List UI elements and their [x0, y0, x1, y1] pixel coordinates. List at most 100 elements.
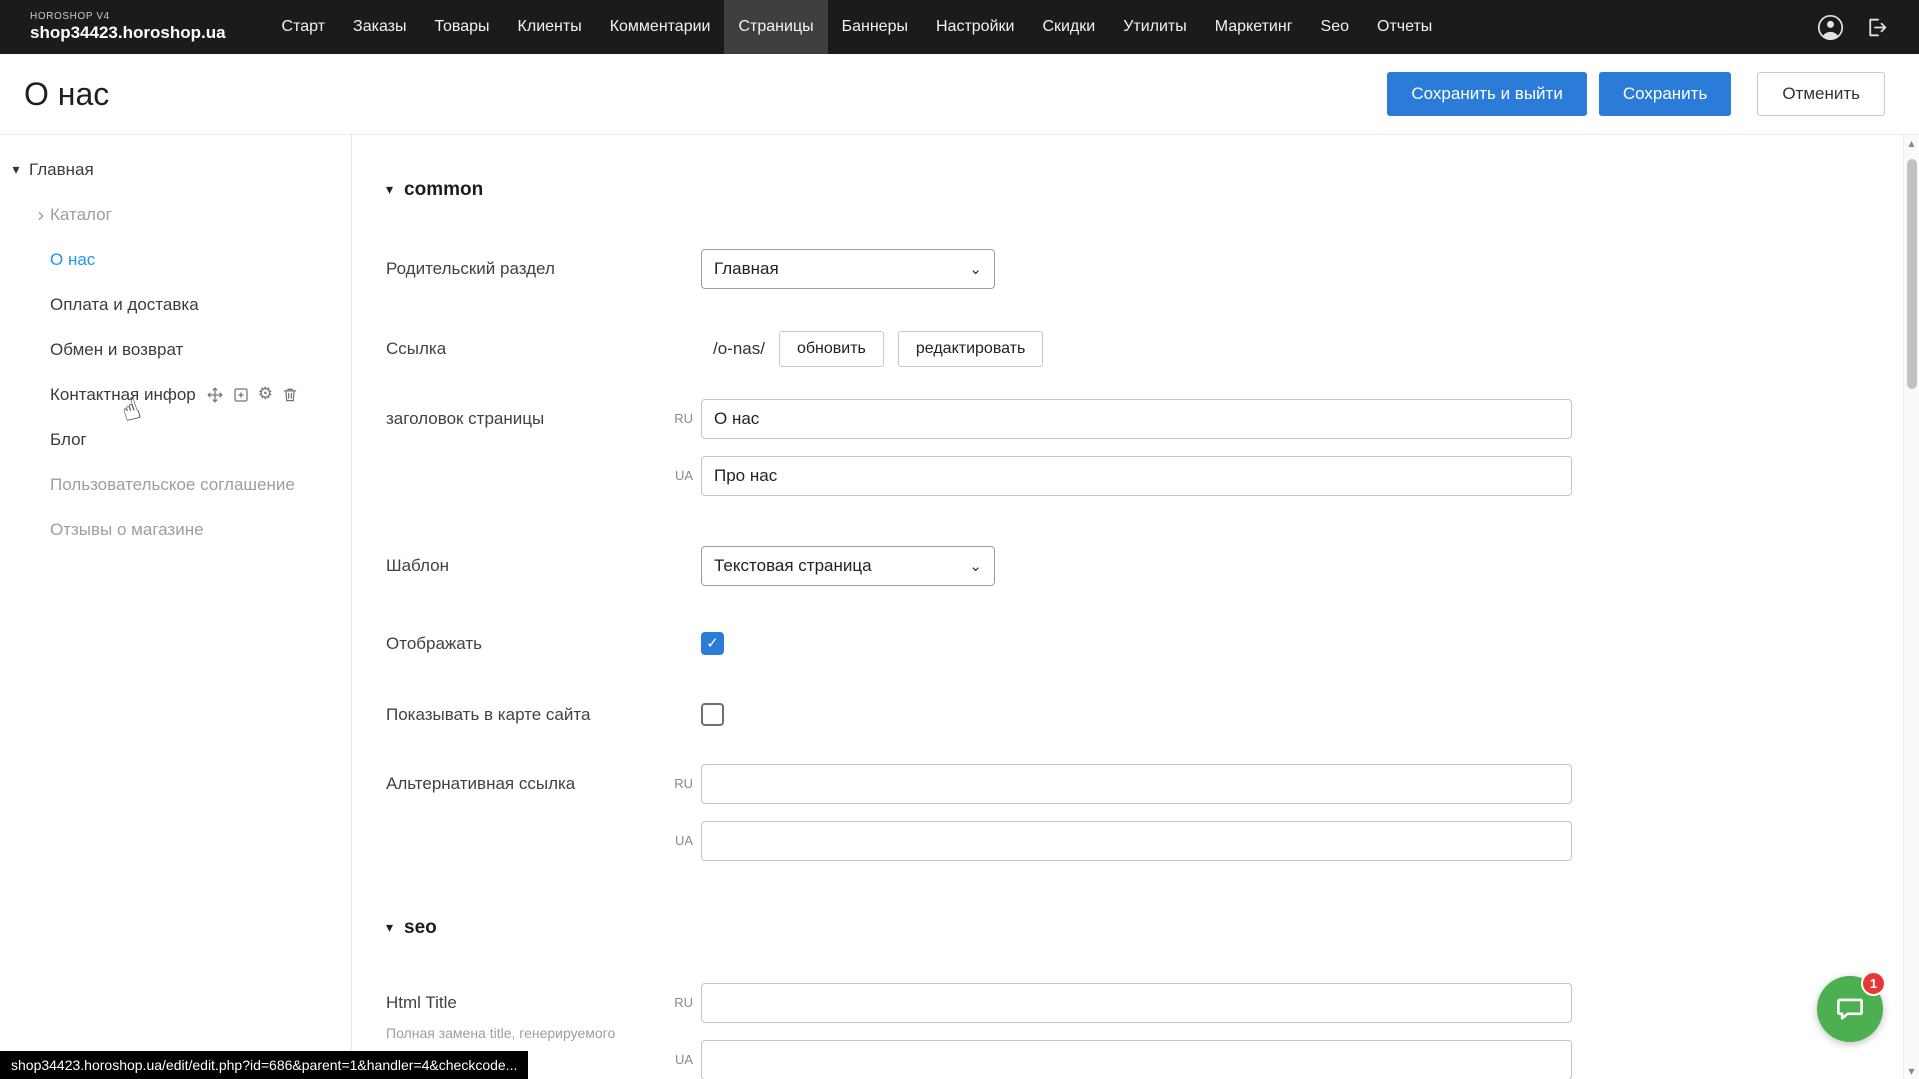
- tree-item-obmen-i-vozvrat[interactable]: Обмен и возврат: [0, 327, 351, 372]
- html-title-label: Html Title: [386, 983, 663, 1023]
- chat-unread-badge: 1: [1861, 971, 1886, 996]
- tree-item-o-nas[interactable]: О нас: [0, 237, 351, 282]
- parent-section-label: Родительский раздел: [386, 259, 701, 279]
- tree-item-polzovatelskoe-soglashenie[interactable]: Пользовательское соглашение: [0, 462, 351, 507]
- sitemap-row: Показывать в карте сайта: [386, 703, 1919, 726]
- display-label: Отображать: [386, 634, 701, 654]
- content-area: ▾ Главная › Каталог О нас Оплата и доста…: [0, 135, 1919, 1079]
- tree-item-label: Обмен и возврат: [50, 340, 183, 360]
- alt-link-ua-input[interactable]: [701, 821, 1572, 861]
- tree-item-oplata-i-dostavka[interactable]: Оплата и доставка: [0, 282, 351, 327]
- save-button[interactable]: Сохранить: [1599, 72, 1731, 116]
- scrollbar-thumb[interactable]: [1907, 159, 1917, 389]
- section-header-seo[interactable]: ▾ seo: [386, 917, 1919, 939]
- nav-item-start[interactable]: Старт: [268, 0, 339, 54]
- chevron-down-icon: ▾: [386, 182, 393, 198]
- tree-item-glavnaya[interactable]: ▾ Главная: [0, 147, 351, 192]
- header-actions: Сохранить и выйти Сохранить Отменить: [1387, 72, 1885, 116]
- nav-item-otchety[interactable]: Отчеты: [1363, 0, 1446, 54]
- tree-item-kontaktnaya-infor[interactable]: Контактная инфор ⚙: [0, 372, 351, 417]
- logout-icon[interactable]: [1864, 15, 1889, 40]
- brand-domain: shop34423.horoshop.ua: [30, 23, 226, 43]
- template-select[interactable]: Текстовая страница ⌄: [701, 546, 995, 586]
- link-path-value: /o-nas/: [701, 339, 765, 359]
- html-title-inputs: RU UA: [663, 983, 1572, 1079]
- tree-item-label: Каталог: [50, 205, 112, 225]
- lang-badge-ua: UA: [663, 1040, 701, 1079]
- nav-item-tovary[interactable]: Товары: [421, 0, 504, 54]
- chevron-down-icon: ⌄: [969, 557, 982, 575]
- html-title-ru-input[interactable]: [701, 983, 1572, 1023]
- delete-trash-icon[interactable]: [281, 386, 299, 404]
- chevron-down-icon: ▾: [386, 920, 393, 936]
- section-header-common[interactable]: ▾ common: [386, 179, 1919, 201]
- settings-gear-icon[interactable]: ⚙: [258, 386, 273, 403]
- page-title: О нас: [24, 76, 109, 113]
- section-title: seo: [404, 917, 437, 939]
- nav-item-kommentarii[interactable]: Комментарии: [596, 0, 725, 54]
- save-and-exit-button[interactable]: Сохранить и выйти: [1387, 72, 1586, 116]
- parent-section-select[interactable]: Главная ⌄: [701, 249, 995, 289]
- scroll-down-arrow[interactable]: ▼: [1908, 1063, 1914, 1079]
- select-value: Текстовая страница: [714, 556, 872, 576]
- status-url-tooltip: shop34423.horoshop.ua/edit/edit.php?id=6…: [0, 1051, 528, 1079]
- tree-item-label: О нас: [50, 250, 95, 270]
- chevron-down-icon: ⌄: [969, 260, 982, 278]
- nav-item-marketing[interactable]: Маркетинг: [1201, 0, 1307, 54]
- nav-item-zakazy[interactable]: Заказы: [339, 0, 420, 54]
- tree-item-label: Блог: [50, 430, 87, 450]
- sitemap-checkbox[interactable]: [701, 703, 724, 726]
- vertical-scrollbar[interactable]: ▲ ▼: [1903, 135, 1919, 1079]
- page-title-ua-input[interactable]: [701, 456, 1572, 496]
- tree-item-label: Оплата и доставка: [50, 295, 199, 315]
- tree-item-katalog[interactable]: › Каталог: [0, 192, 351, 237]
- app-root: HOROSHOP V4 shop34423.horoshop.ua Старт …: [0, 0, 1919, 1079]
- link-refresh-button[interactable]: обновить: [779, 331, 884, 367]
- link-edit-button[interactable]: редактировать: [898, 331, 1043, 367]
- lang-badge-ua: UA: [663, 456, 701, 496]
- alt-link-inputs: RU UA: [663, 764, 1572, 861]
- nav-item-stranitsy[interactable]: Страницы: [724, 0, 827, 54]
- tree-item-label: Контактная инфор: [50, 385, 196, 405]
- nav-item-nastroyki[interactable]: Настройки: [922, 0, 1028, 54]
- display-checkbox[interactable]: ✓: [701, 632, 724, 655]
- section-title: common: [404, 179, 483, 201]
- drag-move-icon[interactable]: [206, 386, 224, 404]
- tree-item-blog[interactable]: Блог: [0, 417, 351, 462]
- page-title-ru-input[interactable]: [701, 399, 1572, 439]
- nav-item-seo[interactable]: Seo: [1307, 0, 1363, 54]
- top-menu: Старт Заказы Товары Клиенты Комментарии …: [268, 0, 1447, 54]
- lang-badge-ru: RU: [663, 983, 701, 1023]
- lang-badge-ru: RU: [663, 764, 701, 804]
- cancel-button[interactable]: Отменить: [1757, 72, 1885, 116]
- page-title-row: заголовок страницы RU UA: [386, 399, 1919, 496]
- template-row: Шаблон Текстовая страница ⌄: [386, 546, 1919, 586]
- alt-link-ru-input[interactable]: [701, 764, 1572, 804]
- nav-item-utility[interactable]: Утилиты: [1109, 0, 1201, 54]
- parent-section-row: Родительский раздел Главная ⌄: [386, 249, 1919, 289]
- nav-item-bannery[interactable]: Баннеры: [828, 0, 922, 54]
- page-header: О нас Сохранить и выйти Сохранить Отмени…: [0, 54, 1919, 135]
- nav-item-skidki[interactable]: Скидки: [1028, 0, 1109, 54]
- html-title-row: Html Title Полная замена title, генериру…: [386, 983, 1919, 1079]
- brand[interactable]: HOROSHOP V4 shop34423.horoshop.ua: [30, 0, 226, 54]
- html-title-ua-input[interactable]: [701, 1040, 1572, 1079]
- top-right-icons: [1817, 0, 1919, 54]
- alt-link-label: Альтернативная ссылка: [386, 764, 663, 804]
- page-title-label: заголовок страницы: [386, 399, 663, 439]
- check-icon: ✓: [706, 636, 719, 651]
- account-icon[interactable]: [1817, 14, 1844, 41]
- template-label: Шаблон: [386, 556, 701, 576]
- chat-bubble-icon: [1834, 993, 1866, 1025]
- tree-item-otzyvy-o-magazine[interactable]: Отзывы о магазине: [0, 507, 351, 552]
- tree-item-label: Главная: [29, 160, 94, 180]
- chevron-down-icon[interactable]: ▾: [7, 162, 25, 178]
- brand-version: HOROSHOP V4: [30, 11, 226, 23]
- display-row: Отображать ✓: [386, 632, 1919, 655]
- add-page-icon[interactable]: [232, 386, 250, 404]
- scroll-up-arrow[interactable]: ▲: [1908, 135, 1914, 151]
- chevron-right-icon[interactable]: ›: [32, 205, 50, 225]
- chat-widget-button[interactable]: 1: [1817, 976, 1883, 1042]
- pages-tree-sidebar: ▾ Главная › Каталог О нас Оплата и доста…: [0, 135, 352, 1079]
- nav-item-klienty[interactable]: Клиенты: [504, 0, 596, 54]
